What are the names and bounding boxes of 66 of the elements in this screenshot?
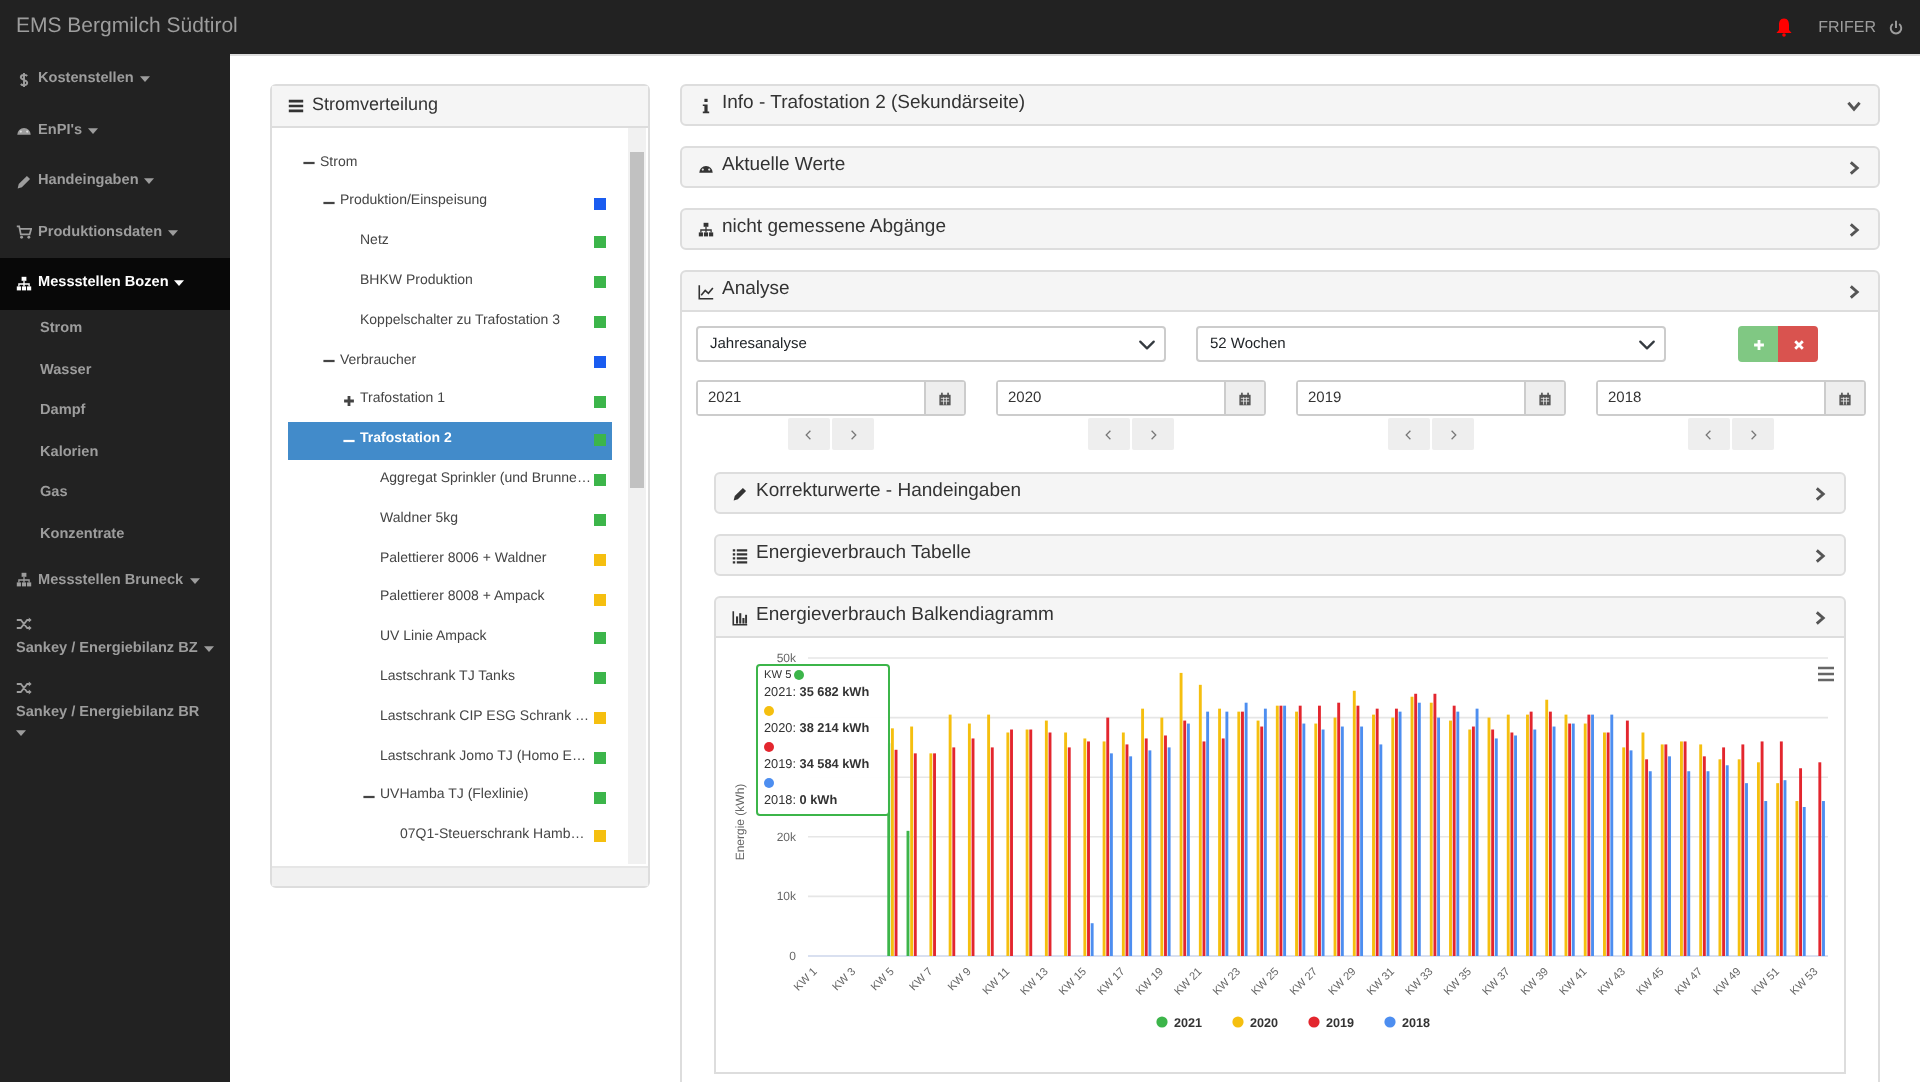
chevron-down-icon bbox=[1846, 97, 1862, 113]
scrollbar[interactable] bbox=[272, 866, 648, 886]
chevron-right-icon bbox=[1812, 547, 1828, 563]
sitemap-icon bbox=[16, 275, 32, 292]
power-icon bbox=[1888, 19, 1904, 35]
sitemap-icon bbox=[16, 572, 32, 589]
user-name[interactable]: FRIFER bbox=[1818, 15, 1876, 39]
calendar-button[interactable] bbox=[1224, 382, 1264, 414]
chevron-right-icon bbox=[1146, 427, 1160, 441]
chevron-right-icon bbox=[1812, 485, 1828, 501]
sitemap-icon bbox=[698, 221, 714, 237]
menu-icon[interactable] bbox=[1816, 666, 1836, 682]
calendar-icon bbox=[1838, 391, 1852, 405]
pencil-icon bbox=[732, 485, 748, 501]
caret-icon bbox=[88, 127, 99, 134]
calendar-button[interactable] bbox=[1824, 382, 1864, 414]
chevron-right-icon bbox=[1846, 159, 1862, 175]
caret-icon bbox=[144, 178, 155, 185]
chevron-left-icon bbox=[1402, 427, 1416, 441]
bell-icon bbox=[1774, 16, 1795, 38]
panel-header[interactable]: Aktuelle Werte bbox=[680, 146, 1880, 188]
panel-header[interactable]: Energieverbrauch Balkendiagramm bbox=[714, 596, 1846, 638]
chevron-right-icon bbox=[1846, 283, 1862, 299]
calendar-icon bbox=[938, 391, 952, 405]
app-title: EMS Bergmilch Südtirol bbox=[16, 11, 238, 42]
list-icon bbox=[732, 547, 748, 563]
calendar-button[interactable] bbox=[1524, 382, 1564, 414]
add-button[interactable] bbox=[1738, 326, 1778, 362]
chevron-right-icon bbox=[1812, 609, 1828, 625]
list-icon bbox=[288, 98, 304, 114]
caret-icon bbox=[189, 577, 200, 584]
chevron-right-icon bbox=[1846, 221, 1862, 237]
line-chart-icon bbox=[698, 283, 714, 299]
caret-icon bbox=[16, 729, 26, 737]
plus-icon[interactable] bbox=[342, 394, 356, 409]
pencil-icon bbox=[16, 173, 32, 190]
chevron-right-icon bbox=[1746, 427, 1760, 441]
gauge-icon bbox=[16, 122, 32, 139]
remove-button[interactable] bbox=[1778, 326, 1818, 362]
chevron-right-icon bbox=[846, 427, 860, 441]
close-icon bbox=[1791, 337, 1805, 351]
chevron-left-icon bbox=[1102, 427, 1116, 441]
dollar-icon bbox=[16, 71, 32, 88]
cart-icon bbox=[16, 224, 32, 241]
caret-icon bbox=[174, 280, 185, 287]
panel-header[interactable]: Korrekturwerte - Handeingaben bbox=[714, 472, 1846, 514]
caret-icon bbox=[203, 645, 214, 653]
chevron-left-icon bbox=[1702, 427, 1716, 441]
caret-icon bbox=[139, 76, 150, 83]
chevron-right-icon bbox=[1446, 427, 1460, 441]
scrollbar[interactable] bbox=[628, 128, 646, 864]
shuffle-icon bbox=[16, 616, 32, 632]
bar-chart-icon bbox=[732, 609, 748, 625]
plus-icon bbox=[1751, 337, 1765, 351]
chevron-left-icon bbox=[802, 427, 816, 441]
panel-header[interactable]: Info - Trafostation 2 (Sekundärseite) bbox=[680, 84, 1880, 126]
shuffle-icon bbox=[16, 679, 32, 696]
panel-header[interactable]: nicht gemessene Abgänge bbox=[680, 208, 1880, 250]
calendar-button[interactable] bbox=[924, 382, 964, 414]
caret-icon bbox=[168, 229, 179, 236]
calendar-icon bbox=[1238, 391, 1252, 405]
panel-header[interactable]: Analyse bbox=[680, 270, 1880, 312]
info-icon bbox=[698, 97, 714, 113]
panel-title: Stromverteilung bbox=[312, 92, 439, 119]
calendar-icon bbox=[1538, 391, 1552, 405]
panel-header[interactable]: Energieverbrauch Tabelle bbox=[714, 534, 1846, 576]
